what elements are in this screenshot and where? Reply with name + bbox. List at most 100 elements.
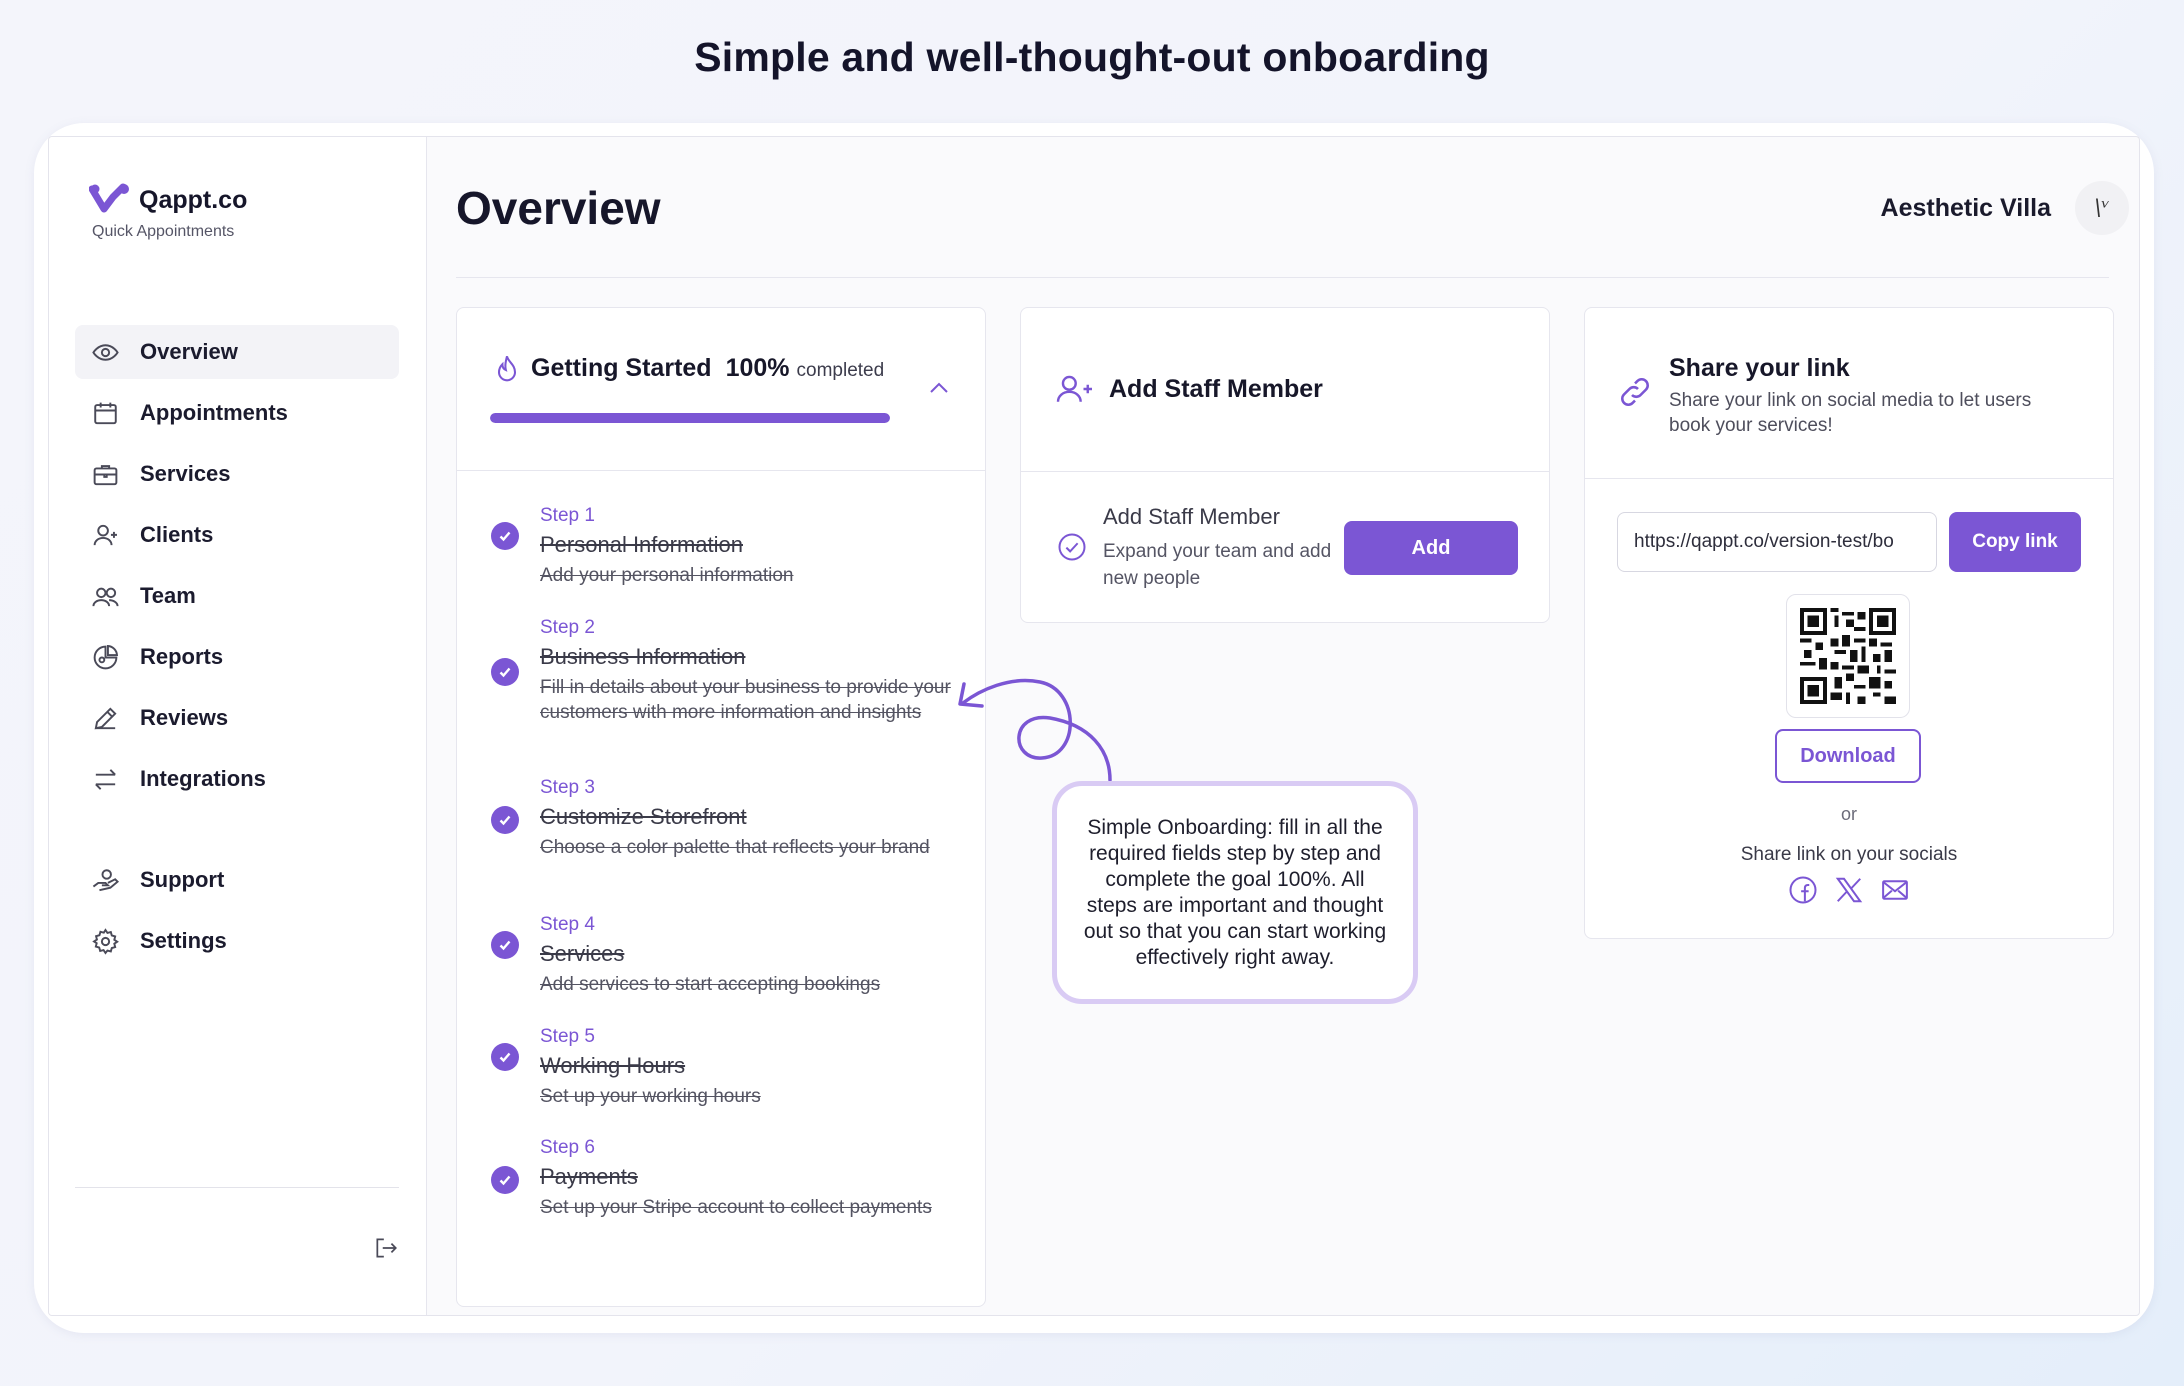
share-link-input[interactable] <box>1617 512 1937 572</box>
getting-started-card: Getting Started 100% completed Step 1 Pe… <box>456 307 986 1307</box>
header-divider <box>456 277 2109 278</box>
sidebar-item-label: Settings <box>140 928 227 953</box>
step-number: Step 2 <box>540 617 595 638</box>
card-divider <box>1585 478 2113 479</box>
add-staff-button[interactable]: Add <box>1344 521 1518 575</box>
check-circle-icon <box>1058 533 1086 561</box>
x-icon[interactable] <box>1834 875 1864 905</box>
list-item[interactable]: Step 1 Personal Information Add your per… <box>491 503 961 615</box>
share-link-description: Share your link on social media to let u… <box>1669 390 2032 436</box>
mail-icon[interactable] <box>1880 875 1910 905</box>
progress-bar <box>490 413 890 423</box>
brand-logo-icon <box>89 183 129 213</box>
eye-icon <box>92 343 119 361</box>
or-separator: or <box>1840 804 1857 824</box>
user-plus-icon <box>93 524 117 545</box>
progress-bar-fill <box>490 413 890 423</box>
sidebar-item-label: Reports <box>140 644 224 669</box>
logout-icon[interactable] <box>373 1235 399 1261</box>
check-icon <box>491 1166 519 1194</box>
sidebar-item-label: Services <box>140 461 231 486</box>
sidebar-item-label: Integrations <box>140 766 266 791</box>
step-name: Working Hours <box>540 1053 686 1078</box>
share-link-card: Share your link Share your link on socia… <box>1584 307 2114 939</box>
step-number: Step 5 <box>540 1026 595 1047</box>
add-staff-title: Add Staff Member <box>1109 374 1323 403</box>
flame-icon <box>497 355 517 382</box>
sidebar-nav: Overview Appointments Services Clients T… <box>75 325 399 975</box>
step-name: Services <box>540 941 625 966</box>
page-title: Overview <box>456 182 661 234</box>
support-icon <box>92 868 120 891</box>
link-icon <box>1621 378 1649 406</box>
pie-chart-icon <box>93 644 119 669</box>
step-description: Choose a color palette that reflects you… <box>540 837 930 858</box>
brand-name: Qappt.co <box>139 185 248 214</box>
download-qr-button[interactable]: Download <box>1775 729 1921 783</box>
arrows-swap-icon <box>95 768 116 790</box>
sidebar-item-support[interactable]: Support <box>75 853 399 907</box>
brand[interactable]: Qappt.co Quick Appointments <box>89 183 247 241</box>
gear-icon <box>92 927 119 955</box>
list-item[interactable]: Step 4 Services Add services to start ac… <box>491 912 961 1024</box>
account-menu[interactable]: Aesthetic Villa \ᵛ <box>1881 181 2139 235</box>
card-divider <box>457 470 985 471</box>
sidebar-item-reports[interactable]: Reports <box>75 630 399 684</box>
qr-code <box>1786 594 1910 718</box>
check-icon <box>491 658 519 686</box>
step-description: Fill in details about your business to p… <box>540 677 951 723</box>
sidebar-item-label: Reviews <box>140 705 229 730</box>
sidebar-item-settings[interactable]: Settings <box>75 914 399 968</box>
step-description: Set up your working hours <box>540 1086 761 1107</box>
list-item[interactable]: Step 5 Working Hours Set up your working… <box>491 1024 961 1135</box>
list-item[interactable]: Step 3 Customize Storefront Choose a col… <box>491 775 961 912</box>
list-item[interactable]: Step 2 Business Information Fill in deta… <box>491 615 961 775</box>
briefcase-icon <box>93 464 118 485</box>
sidebar-item-label: Overview <box>140 339 238 364</box>
user-plus-icon <box>1056 375 1092 402</box>
sidebar-item-label: Appointments <box>140 400 288 425</box>
sidebar-item-services[interactable]: Services <box>75 447 399 501</box>
main-content: Overview Aesthetic Villa \ᵛ Getting Star… <box>427 137 2139 1315</box>
sidebar-item-clients[interactable]: Clients <box>75 508 399 562</box>
step-number: Step 6 <box>540 1137 595 1158</box>
step-name: Personal Information <box>540 532 743 557</box>
annotation-callout: Simple Onboarding: fill in all the requi… <box>1052 781 1418 1004</box>
copy-link-button[interactable]: Copy link <box>1949 512 2081 572</box>
sidebar-item-label: Support <box>140 867 225 892</box>
headline: Simple and well-thought-out onboarding <box>694 34 1490 80</box>
annotation-arrow-icon <box>958 678 1112 782</box>
sidebar: Qappt.co Quick Appointments Overview App… <box>49 137 427 1315</box>
sidebar-item-integrations[interactable]: Integrations <box>75 752 399 806</box>
share-link-title: Share your link <box>1669 354 1850 382</box>
check-icon <box>491 1043 519 1071</box>
step-number: Step 3 <box>540 777 595 798</box>
chevron-up-icon[interactable] <box>927 380 951 396</box>
step-description: Add services to start accepting bookings <box>540 974 881 995</box>
sidebar-item-label: Clients <box>140 522 214 547</box>
share-socials-label: Share link on your socials <box>1740 844 1958 865</box>
users-icon <box>92 587 119 606</box>
progress-completed-label: completed <box>796 360 885 381</box>
facebook-icon[interactable] <box>1788 875 1818 905</box>
sidebar-divider <box>75 1187 399 1188</box>
sidebar-item-reviews[interactable]: Reviews <box>75 691 399 745</box>
step-name: Customize Storefront <box>540 804 747 829</box>
list-item[interactable]: Step 6 Payments Set up your Stripe accou… <box>491 1135 961 1247</box>
onboarding-steps: Step 1 Personal Information Add your per… <box>491 503 961 1247</box>
social-share-buttons <box>1585 875 2113 905</box>
sidebar-item-overview[interactable]: Overview <box>75 325 399 379</box>
qr-code-icon <box>1800 608 1896 704</box>
getting-started-title: Getting Started <box>531 354 712 382</box>
add-staff-header: Add Staff Member <box>1055 372 1323 406</box>
avatar[interactable]: \ᵛ <box>2075 181 2129 235</box>
add-staff-card: Add Staff Member Add Staff Member Expand… <box>1020 307 1550 623</box>
account-name: Aesthetic Villa <box>1880 193 2051 222</box>
sidebar-item-appointments[interactable]: Appointments <box>75 386 399 440</box>
sidebar-item-team[interactable]: Team <box>75 569 399 623</box>
card-divider <box>1021 471 1549 472</box>
step-number: Step 1 <box>540 505 595 526</box>
step-name: Business Information <box>540 644 746 669</box>
step-number: Step 4 <box>540 914 595 935</box>
check-icon <box>491 522 519 550</box>
